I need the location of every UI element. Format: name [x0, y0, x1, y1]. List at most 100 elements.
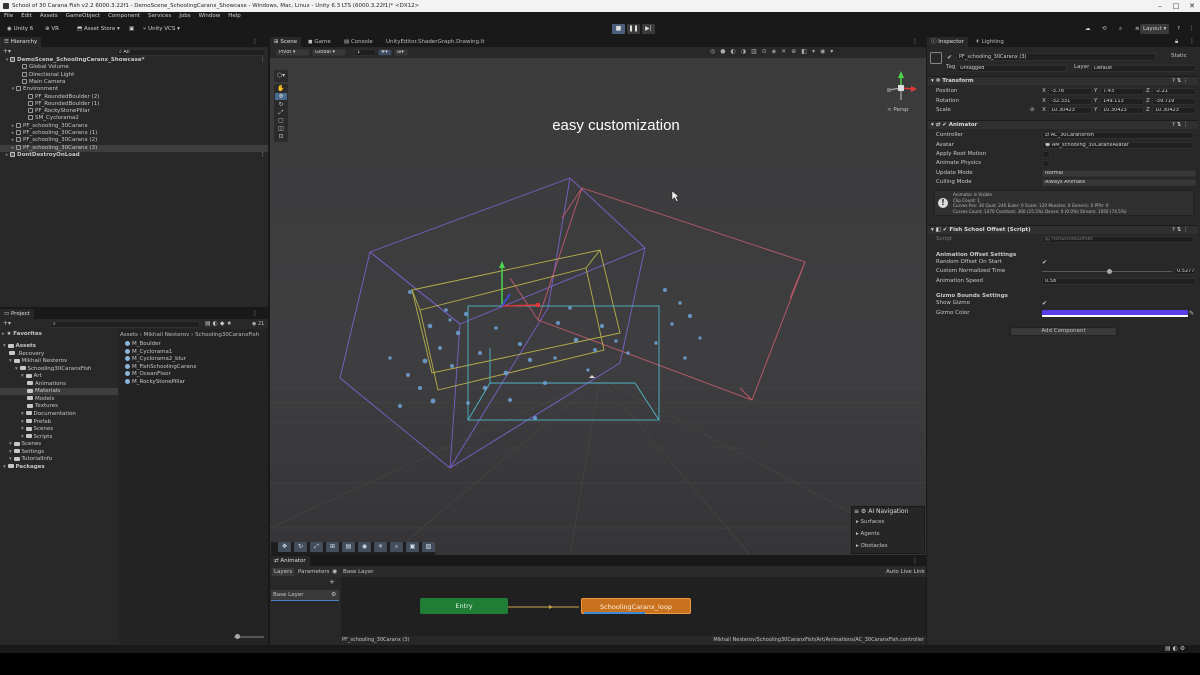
add-component-button[interactable]: Add Component [1010, 327, 1117, 336]
eye-icon[interactable]: ◉ [332, 568, 337, 575]
tab-inspector[interactable]: ⓘ Inspector [927, 37, 968, 47]
snap-scale-icon[interactable]: ⤢ [310, 542, 323, 552]
favorites-item[interactable]: ▸ ★ Favorites [2, 331, 118, 338]
ai-nav-surfaces[interactable]: ▸ Surfaces [856, 519, 884, 525]
ai-nav-agents[interactable]: ▸ Agents [856, 531, 880, 537]
scene-menu-icon[interactable]: ⋮ [260, 152, 266, 159]
filter-icons[interactable]: ▤◐◆★ [205, 320, 234, 327]
package-icon[interactable]: ▣ [126, 24, 137, 34]
snap-camera-icon[interactable]: ◉ [358, 542, 371, 552]
static-toggle[interactable]: Static [1171, 53, 1187, 59]
random-offset-checkbox[interactable]: ✔ [1042, 258, 1047, 267]
lock-icon[interactable]: 🔒︎ [1175, 38, 1178, 46]
tab-animator[interactable]: ⇄ Animator [270, 556, 310, 566]
snap-frame-icon[interactable]: ▣ [406, 542, 419, 552]
zoom-slider-handle[interactable] [235, 634, 240, 639]
transform-field-y[interactable]: 10.30423 [1100, 107, 1144, 114]
project-breadcrumb[interactable]: Assets › Mikhail Nesterov › Schooling30C… [120, 331, 268, 339]
normalized-time-handle[interactable] [1107, 269, 1112, 274]
fold-arrow-icon[interactable]: ▾ [9, 456, 14, 462]
transform-header[interactable]: ▾ ✥ Transform ? ⇅ ⋮ [928, 76, 1198, 85]
fold-arrow-icon[interactable]: ▾ [21, 434, 26, 440]
project-folder-item[interactable]: ▾ Schooling30CaranxFish [0, 366, 118, 373]
controller-field[interactable]: ⇄ AC_30CaranxFish [1042, 132, 1194, 139]
auto-live-link-button[interactable]: Auto Live Link [886, 568, 925, 576]
menu-item-file[interactable]: File [4, 13, 13, 19]
component-menu-icons[interactable]: ? ⇅ ⋮ [1172, 77, 1189, 86]
menu-item-help[interactable]: Help [228, 13, 241, 19]
transform-field-x[interactable]: -32.331 [1048, 97, 1092, 105]
snap-move-icon[interactable]: ✥ [278, 542, 291, 552]
account-button[interactable]: ◉ Unity 6 [4, 24, 36, 34]
add-icon[interactable]: +▾ [3, 320, 11, 327]
asset-item[interactable]: M_Cyclorama1 [125, 348, 172, 356]
normalized-time-field[interactable]: 0.5277 [1174, 268, 1196, 275]
animator-breadcrumb[interactable]: Base Layer [343, 568, 373, 576]
project-folder-item[interactable]: ▾ Scenes [0, 441, 118, 448]
grid-snap-field[interactable]: 1 [354, 49, 376, 56]
hierarchy-item[interactable]: Main Camera [0, 78, 268, 86]
active-checkbox[interactable]: ✔ [947, 54, 952, 61]
object-name-field[interactable]: PF_schooling_30Caranx (3) [956, 53, 1156, 61]
gear-icon[interactable]: ⚙ [331, 591, 336, 598]
fold-arrow-icon[interactable]: ▾ [3, 464, 8, 470]
asset-item[interactable]: M_Boulder [125, 341, 161, 348]
transform-field-y[interactable]: 7.43 [1100, 88, 1144, 95]
snap-photo-icon[interactable]: ▨ [422, 542, 435, 552]
fold-arrow-icon[interactable]: ▾ [9, 441, 14, 447]
show-gizmo-checkbox[interactable]: ✔ [1042, 299, 1047, 308]
fold-arrow-icon[interactable]: ▾ [21, 419, 26, 425]
panel-menu-icon[interactable]: ⋮ [1189, 38, 1195, 45]
project-folder-item[interactable]: ▾ Prefab [0, 419, 118, 426]
pivot-dropdown[interactable]: Pivot ▾ [276, 49, 310, 56]
project-folder-item[interactable]: Animations [0, 381, 118, 388]
project-folder-item[interactable]: ▾ Scripts [0, 434, 118, 441]
pause-button[interactable]: ❚❚ [627, 24, 640, 34]
tab-lighting[interactable]: ☀ Lighting [971, 37, 1008, 47]
eyedropper-icon[interactable]: ✎ [1189, 309, 1194, 318]
project-folder-item[interactable]: ▾ TutorialInfo [0, 456, 118, 463]
tag-dropdown[interactable]: Untagged [957, 65, 1067, 72]
add-layer-icon[interactable]: + [329, 578, 335, 586]
hierarchy-item[interactable]: Directional Light [0, 71, 268, 79]
parameters-tab[interactable]: Parameters [296, 568, 331, 576]
transform-field-z[interactable]: -39.719 [1152, 97, 1196, 105]
fold-arrow-icon[interactable]: ▾ [9, 449, 14, 455]
menu-item-assets[interactable]: Assets [40, 13, 58, 19]
snap-toggle[interactable]: ⊞▾ [394, 49, 408, 56]
panel-menu-icon[interactable]: ⋮ [912, 557, 918, 564]
scene-viewport[interactable]: easy customization < Persp ⬡▾ ✋ ✥ ↻ ⤢ ▢ … [270, 58, 926, 555]
project-folder-item[interactable]: ▾ Settings [0, 449, 118, 456]
component-menu-icons[interactable]: ? ⇅ ⋮ [1172, 226, 1189, 235]
ai-navigation-header[interactable]: ≡ ⚙ AI Navigation [854, 508, 908, 515]
snap-search-icon[interactable]: ⌕ [390, 542, 403, 552]
add-icon[interactable]: +▾ [3, 48, 11, 55]
gizmo-color-swatch[interactable] [1042, 310, 1188, 317]
tab-project[interactable]: ▭ Project [0, 309, 34, 319]
asset-item[interactable]: M_OceanFloor [125, 371, 171, 378]
global-dropdown[interactable]: Global ▾ [312, 49, 346, 56]
animation-speed-field[interactable]: 0.58 [1042, 278, 1196, 285]
project-folder-item[interactable]: ▾ Documentation [0, 411, 118, 418]
snap-rotate-icon[interactable]: ↻ [294, 542, 307, 552]
animator-component-header[interactable]: ▾ ⇄ ✔ Animator ? ⇅ ⋮ [928, 120, 1198, 129]
menu-item-window[interactable]: Window [199, 13, 221, 19]
avatar-field[interactable]: ☻ AM_schooling_30CaranxAvatar [1042, 142, 1194, 149]
snap-align-icon[interactable]: ▤ [342, 542, 355, 552]
project-search-input[interactable]: ⌕ [50, 321, 200, 328]
vr-button[interactable]: ⊕ VR [42, 24, 62, 34]
snap-light-icon[interactable]: ☀ [374, 542, 387, 552]
scene-menu-icon[interactable]: ⋮ [260, 57, 266, 64]
project-folder-item[interactable]: .Recovery [0, 351, 118, 358]
custom-tool-icon[interactable]: ⊡ [275, 133, 287, 140]
update-mode-dropdown[interactable]: Normal [1042, 170, 1196, 177]
hierarchy-item[interactable]: ▸ PF_schooling_30Caranx (2) [0, 137, 268, 144]
project-folder-item[interactable]: Textures [0, 403, 118, 410]
minimize-icon[interactable]: – [1152, 0, 1168, 12]
culling-mode-dropdown[interactable]: Always Animate [1042, 179, 1196, 186]
draw-mode-icons[interactable]: ◎●◐◑▥⊙◈✕⊕◧▾◉▾ [710, 48, 838, 55]
rect-tool-icon[interactable]: ▢ [275, 117, 287, 124]
layer-dropdown[interactable]: Default [1091, 65, 1196, 72]
project-folder-item[interactable]: ▾ Scenes [0, 426, 118, 433]
transform-field-z[interactable]: -2.21 [1152, 88, 1196, 95]
